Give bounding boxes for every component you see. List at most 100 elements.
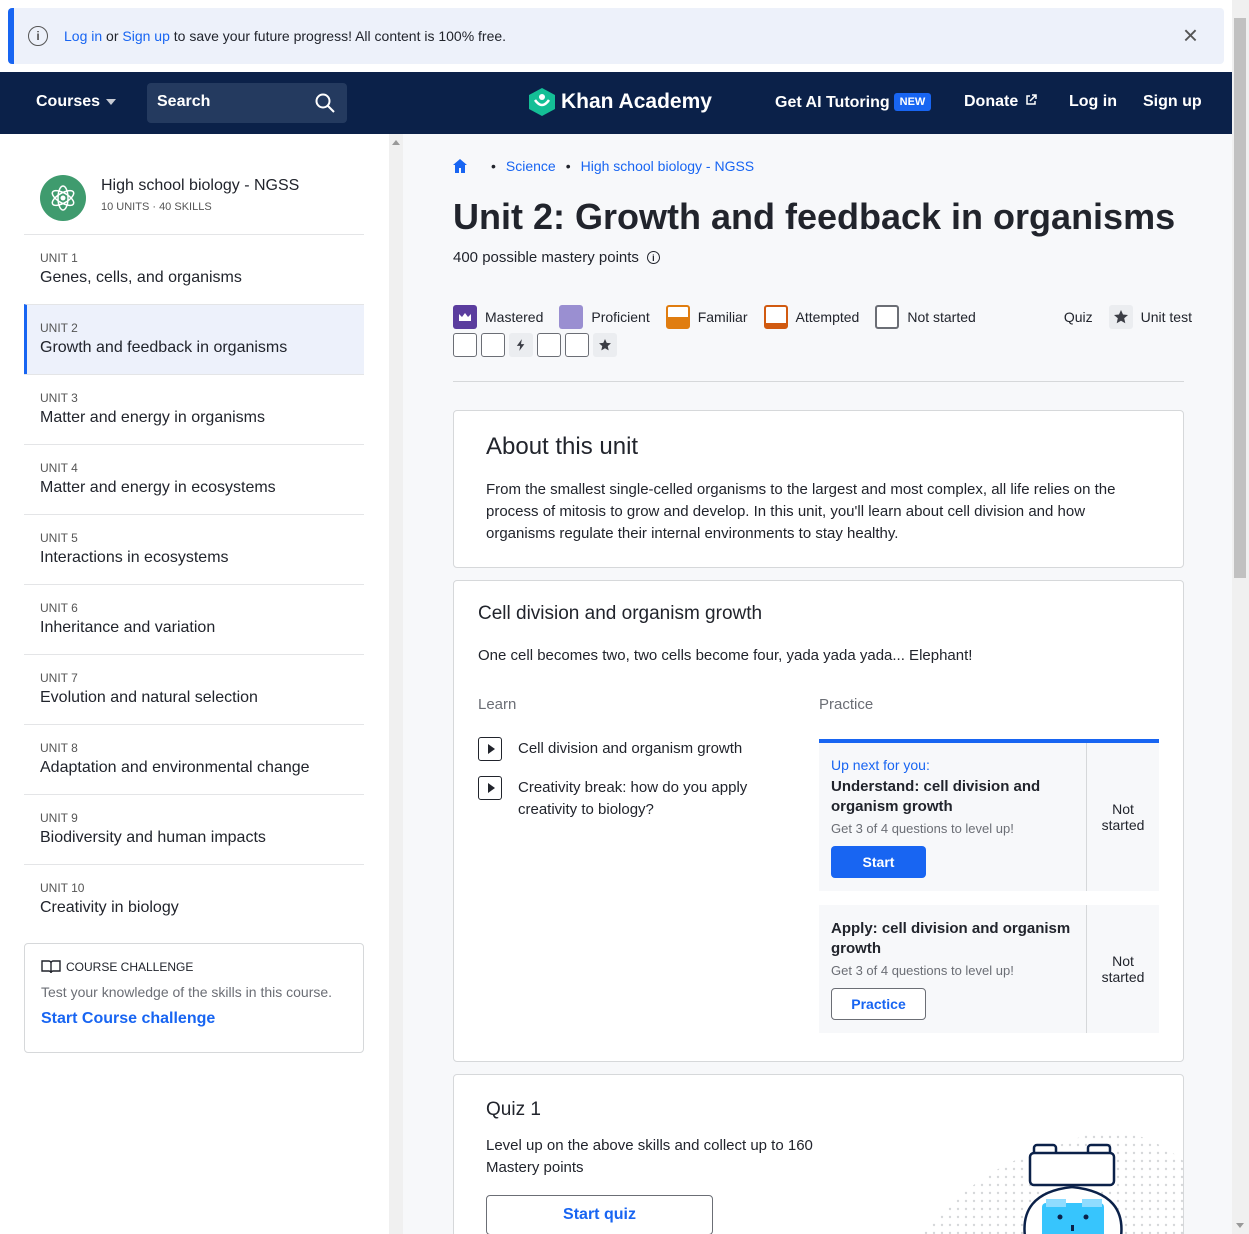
sidebar-item-unit-3[interactable]: UNIT 3 Matter and energy in organisms [24,374,364,444]
book-icon [41,960,61,974]
banner-text: Log in or Sign up to save your future pr… [64,28,507,44]
breadcrumb-course[interactable]: High school biology - NGSS [581,158,755,174]
unit-progress-boxes [453,333,621,357]
legend-attempted: Attempted [795,309,860,325]
quiz-progress-lightning-icon[interactable] [509,333,533,357]
khan-academy-logo[interactable]: Khan Academy [529,88,712,116]
about-unit-card: About this unit From the smallest single… [453,410,1184,568]
lesson-card: Cell division and organism growth One ce… [453,580,1184,1062]
start-button[interactable]: Start [831,846,926,878]
login-banner: i Log in or Sign up to save your future … [8,8,1224,64]
lesson-desc: One cell becomes two, two cells become f… [478,647,973,664]
exercise-name[interactable]: Apply: cell division and organism growth [831,919,1074,959]
challenge-heading: COURSE CHALLENGE [66,960,194,974]
skill-progress-box[interactable] [537,333,561,357]
about-text: From the smallest single-celled organism… [486,481,1116,542]
skill-progress-box[interactable] [481,333,505,357]
practice-label: Practice [819,696,874,713]
course-title: High school biology - NGSS [101,177,300,194]
courses-menu-button[interactable]: Courses [36,93,117,111]
legend-quiz: Quiz [1063,309,1093,325]
about-heading: About this unit [486,433,639,460]
close-icon[interactable]: × [1183,22,1198,48]
not-started-swatch-icon [875,305,900,329]
home-icon[interactable] [453,159,467,173]
exercise-sub: Get 3 of 4 questions to level up! [831,821,1014,836]
practice-item-understand: Up next for you: Understand: cell divisi… [819,739,1159,891]
quiz-card: Quiz 1 Level up on the above skills and … [453,1074,1186,1234]
page-title: Unit 2: Growth and feedback in organisms [453,196,1176,237]
breadcrumb: • Science • High school biology - NGSS [453,158,754,174]
challenge-desc: Test your knowledge of the skills in thi… [41,984,333,1000]
sidebar-item-unit-8[interactable]: UNIT 8 Adaptation and environmental chang… [24,724,364,794]
sidebar-item-unit-10[interactable]: UNIT 10 Creativity in biology [24,864,364,934]
top-nav: Courses Search Khan Academy Get AI Tutor… [0,72,1232,134]
divider [453,381,1184,382]
legend-mastered: Mastered [485,309,544,325]
legend-familiar: Familiar [697,309,748,325]
atom-icon [40,175,86,221]
sidebar-item-unit-7[interactable]: UNIT 7 Evolution and natural selection [24,654,364,724]
sidebar-item-unit-9[interactable]: UNIT 9 Biodiversity and human impacts [24,794,364,864]
course-sidebar: High school biology - NGSS 10 UNITS · 40… [0,134,389,1234]
new-badge: NEW [893,93,932,111]
legend-unit-test: Unit test [1140,309,1192,325]
exercise-status: Not started [1101,953,1145,985]
login-link[interactable]: Log in [1069,93,1117,111]
course-subtitle: 10 UNITS · 40 SKILLS [101,201,212,213]
page-scrollbar[interactable] [1232,0,1249,1234]
scrollbar-thumb[interactable] [1234,18,1246,578]
video-item[interactable]: Creativity break: how do you apply creat… [478,776,778,821]
unit-test-star-icon[interactable] [593,333,617,357]
course-challenge-card: COURSE CHALLENGE Test your knowledge of … [24,943,364,1053]
sidebar-scrollbar[interactable] [389,134,403,1234]
legend-proficient: Proficient [591,309,650,325]
main-content: • Science • High school biology - NGSS U… [403,134,1232,1234]
up-next-label: Up next for you: [831,757,930,773]
proficient-swatch-icon [559,305,584,329]
star-icon [1108,305,1133,329]
mastered-crown-icon [453,305,477,329]
robot-illustration-icon [923,1131,1186,1234]
mastery-points: 400 possible mastery points i [453,249,660,266]
exercise-name[interactable]: Understand: cell division and organism g… [831,777,1074,817]
khan-logo-icon [529,88,555,116]
search-input[interactable]: Search [147,83,347,123]
familiar-swatch-icon [665,305,690,329]
legend-not-started: Not started [907,309,976,325]
practice-button[interactable]: Practice [831,988,926,1020]
course-header[interactable]: High school biology - NGSS 10 UNITS · 40… [40,174,299,221]
lesson-heading[interactable]: Cell division and organism growth [478,603,1159,625]
sidebar-item-unit-1[interactable]: UNIT 1 Genes, cells, and organisms [24,234,364,304]
donate-link[interactable]: Donate [964,93,1037,111]
search-icon[interactable] [315,93,335,113]
sidebar-item-unit-2[interactable]: UNIT 2 Growth and feedback in organisms [24,304,364,374]
skill-progress-box[interactable] [453,333,477,357]
play-icon [478,776,502,800]
sidebar-item-unit-5[interactable]: UNIT 5 Interactions in ecosystems [24,514,364,584]
practice-item-apply: Apply: cell division and organism growth… [819,905,1159,1033]
banner-signup-link[interactable]: Sign up [122,28,169,44]
info-icon[interactable]: i [646,251,660,264]
start-quiz-button[interactable]: Start quiz [486,1195,713,1234]
skill-progress-box[interactable] [565,333,589,357]
exercise-status: Not started [1101,801,1145,833]
chevron-down-icon [106,98,117,105]
video-item[interactable]: Cell division and organism growth [478,737,742,761]
breadcrumb-science[interactable]: Science [506,158,556,174]
scroll-up-arrow-icon[interactable] [392,140,400,145]
exercise-sub: Get 3 of 4 questions to level up! [831,963,1014,978]
external-link-icon [1025,94,1037,105]
attempted-swatch-icon [763,305,788,329]
play-icon [478,737,502,761]
info-icon: i [28,26,48,46]
scroll-down-arrow-icon[interactable] [1236,1223,1244,1228]
banner-login-link[interactable]: Log in [64,28,102,44]
sidebar-item-unit-4[interactable]: UNIT 4 Matter and energy in ecosystems [24,444,364,514]
start-course-challenge-link[interactable]: Start Course challenge [41,1010,347,1028]
learn-label: Learn [478,696,517,713]
signup-link[interactable]: Sign up [1143,93,1202,111]
sidebar-item-unit-6[interactable]: UNIT 6 Inheritance and variation [24,584,364,654]
ai-tutoring-link[interactable]: Get AI Tutoring NEW [775,93,932,112]
quiz-text: Level up on the above skills and collect… [486,1137,813,1176]
